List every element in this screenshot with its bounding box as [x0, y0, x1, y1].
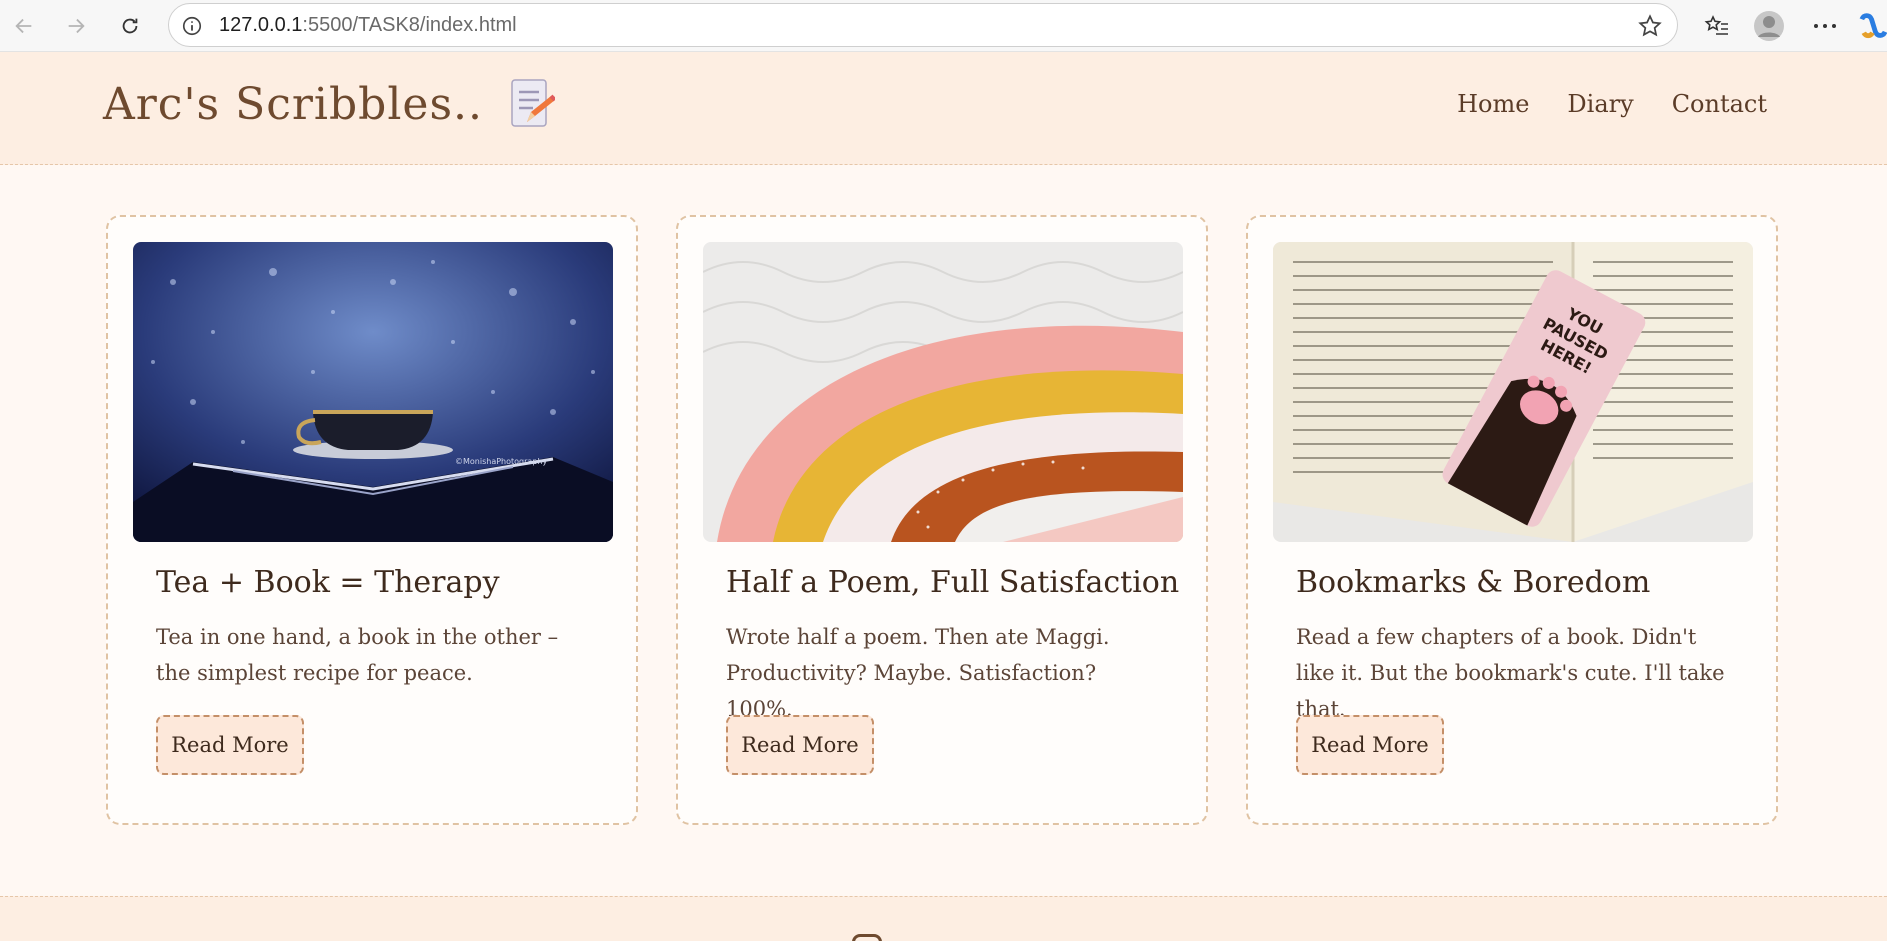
card-image-bookmark: YOU PAUSED HERE!: [1273, 242, 1753, 542]
read-more-button[interactable]: Read More: [1296, 715, 1444, 775]
read-more-button[interactable]: Read More: [156, 715, 304, 775]
image-watermark: ©MonishaPhotography: [455, 457, 547, 466]
more-icon[interactable]: [1808, 10, 1842, 42]
logo-text: Arc's Scribbles..: [103, 78, 483, 130]
address-bar[interactable]: 127.0.0.1:5500/TASK8/index.html: [168, 3, 1678, 47]
url-path: :5500/TASK8/index.html: [302, 14, 517, 36]
card-title: Bookmarks & Boredom: [1296, 565, 1651, 600]
site-header: Arc's Scribbles.. Home Diary Contact: [0, 52, 1887, 165]
blog-card-tea-book: ©MonishaPhotography Tea + Book = Therapy…: [106, 215, 638, 825]
card-title: Tea + Book = Therapy: [156, 565, 500, 600]
read-more-button[interactable]: Read More: [726, 715, 874, 775]
reload-icon[interactable]: [114, 10, 146, 42]
url-host: 127.0.0.1: [219, 14, 303, 36]
card-text: Read a few chapters of a book. Didn't li…: [1296, 625, 1725, 721]
nav-home[interactable]: Home: [1457, 90, 1529, 118]
site-nav: Home Diary Contact: [1457, 90, 1767, 118]
star-icon[interactable]: [1637, 13, 1663, 39]
site-footer: [0, 896, 1887, 941]
favorites-icon[interactable]: [1700, 10, 1734, 42]
blog-card-bookmarks: YOU PAUSED HERE! Bookmarks & Boredom Rea…: [1246, 215, 1778, 825]
site-logo[interactable]: Arc's Scribbles..: [103, 78, 555, 130]
profile-icon[interactable]: [1752, 10, 1786, 42]
card-title: Half a Poem, Full Satisfaction: [726, 565, 1180, 600]
blog-card-half-poem: Half a Poem, Full Satisfaction Wrote hal…: [676, 215, 1208, 825]
card-image-tea-book: ©MonishaPhotography: [133, 242, 613, 542]
forward-icon[interactable]: [60, 10, 92, 42]
nav-contact[interactable]: Contact: [1672, 90, 1767, 118]
nav-diary[interactable]: Diary: [1567, 90, 1633, 118]
memo-pencil-icon: [511, 79, 555, 127]
card-image-rainbow-quilt: [703, 242, 1183, 542]
footer-icon[interactable]: [852, 934, 882, 941]
url-text[interactable]: 127.0.0.1:5500/TASK8/index.html: [219, 14, 517, 37]
browser-toolbar: 127.0.0.1:5500/TASK8/index.html: [0, 0, 1887, 52]
card-text: Tea in one hand, a book in the other – t…: [156, 625, 559, 685]
back-icon[interactable]: [8, 10, 40, 42]
copilot-icon[interactable]: [1858, 10, 1887, 42]
info-icon[interactable]: [181, 15, 203, 37]
card-text: Wrote half a poem. Then ate Maggi. Produ…: [726, 625, 1110, 721]
